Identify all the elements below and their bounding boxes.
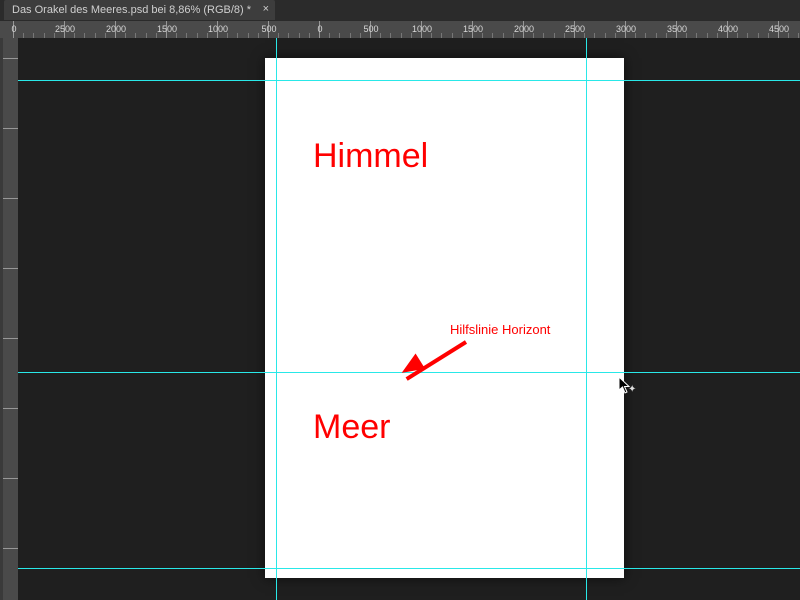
close-icon[interactable]: × <box>263 0 269 18</box>
annotation-bottom-label: Meer <box>313 408 390 447</box>
document-tab-bar: Das Orakel des Meeres.psd bei 8,86% (RGB… <box>0 0 800 20</box>
ruler-tick: 2000 <box>523 21 524 39</box>
document-tab-title: Das Orakel des Meeres.psd bei 8,86% (RGB… <box>12 4 251 16</box>
ruler-tick: 1500 <box>472 21 473 39</box>
guide-horizontal[interactable] <box>18 80 800 81</box>
ruler-horizontal[interactable]: 0 2500 2000 1500 1000 500 0 500 1000 1500 2000 2500… <box>0 20 800 40</box>
ruler-tick: 2500 <box>64 21 65 39</box>
annotation-top-label: Himmel <box>313 137 428 176</box>
ruler-tick: 0 <box>13 21 14 39</box>
ruler-tick: 500 <box>370 21 371 39</box>
move-cursor-plus-icon: ✦ <box>628 384 636 395</box>
ruler-tick: 4500 <box>778 21 779 39</box>
ruler-tick: 2000 <box>115 21 116 39</box>
ruler-tick: 1500 <box>166 21 167 39</box>
document-canvas[interactable] <box>265 58 624 578</box>
canvas-viewport[interactable]: Himmel Meer Hilfslinie Horizont ✦ <box>18 38 800 600</box>
ruler-tick: 3000 <box>625 21 626 39</box>
guide-vertical[interactable] <box>276 38 277 600</box>
ruler-tick: 3500 <box>676 21 677 39</box>
annotation-arrow-label: Hilfslinie Horizont <box>450 322 550 337</box>
tool-panel-edge <box>0 38 3 600</box>
ruler-tick: 500 <box>268 21 269 39</box>
ruler-tick: 1000 <box>421 21 422 39</box>
ruler-tick: 2500 <box>574 21 575 39</box>
ruler-tick: 4000 <box>727 21 728 39</box>
document-tab[interactable]: Das Orakel des Meeres.psd bei 8,86% (RGB… <box>4 0 275 20</box>
ruler-tick: 1000 <box>217 21 218 39</box>
ruler-tick: 0 <box>319 21 320 39</box>
guide-horizontal[interactable] <box>18 568 800 569</box>
guide-vertical[interactable] <box>586 38 587 600</box>
